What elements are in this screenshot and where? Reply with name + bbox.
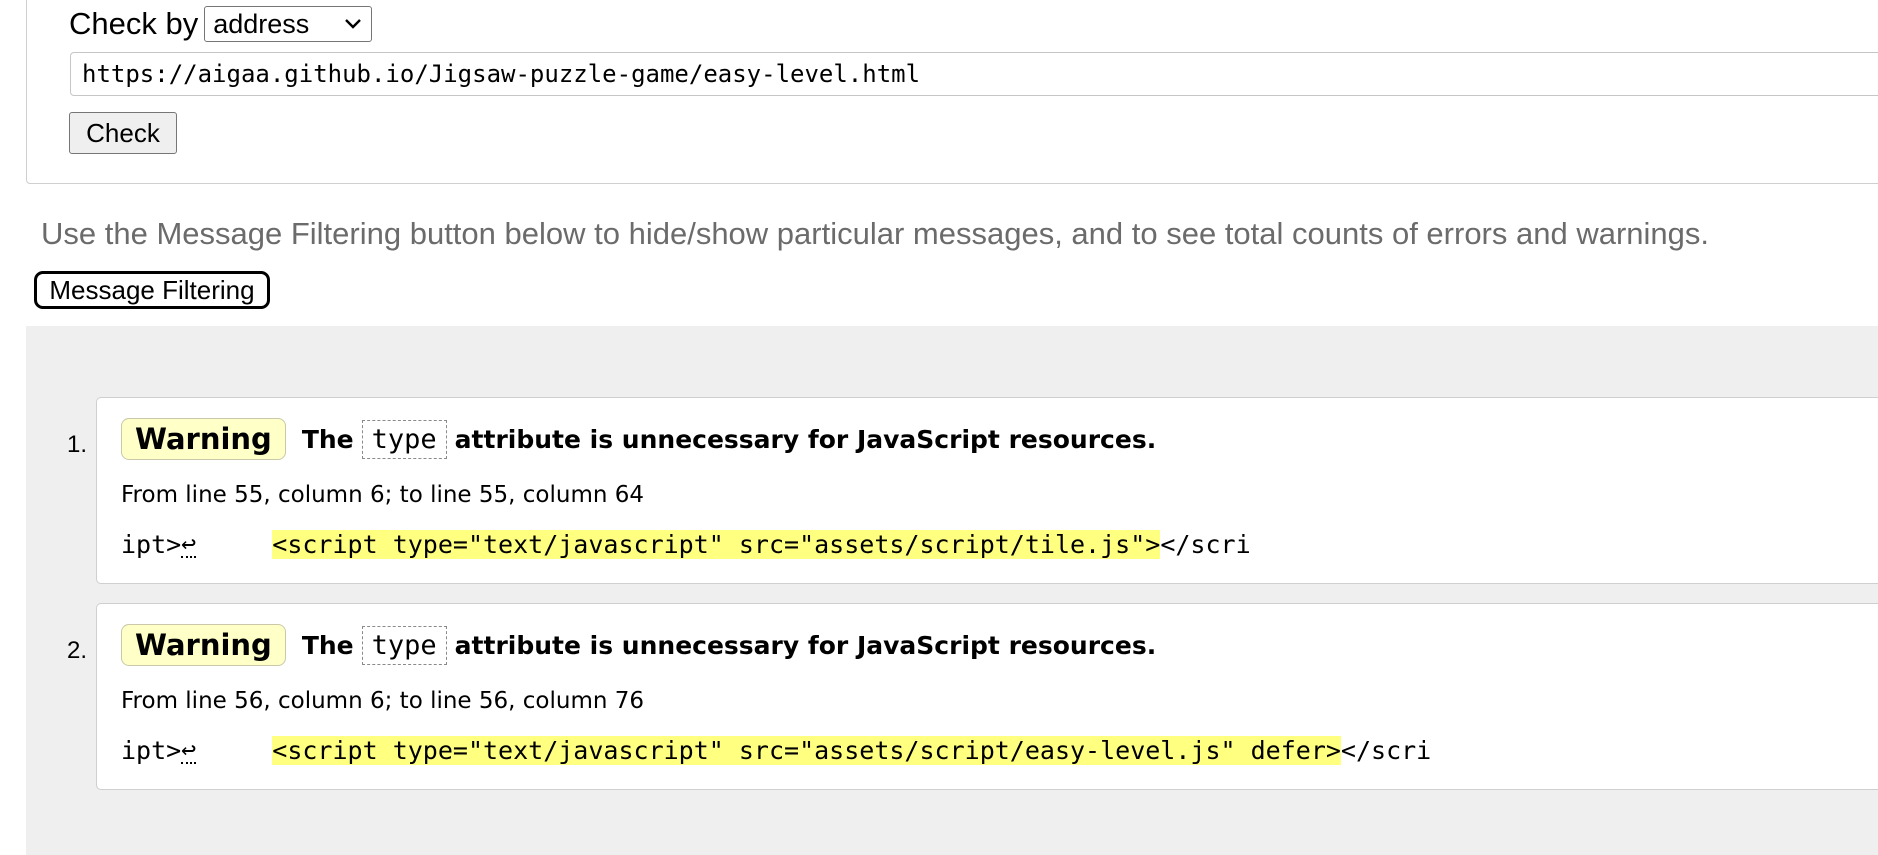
message-text-before: The — [301, 424, 354, 454]
extract-before: ipt> — [121, 736, 182, 765]
message-card: Warning The type attribute is unnecessar… — [96, 397, 1878, 584]
warning-badge: Warning — [121, 624, 286, 666]
message-code-token: type — [361, 625, 447, 665]
warning-badge: Warning — [121, 418, 286, 460]
newline-icon: ↩ — [181, 734, 197, 764]
extract-after: </scri — [1160, 530, 1251, 559]
message-location: From line 55, column 6; to line 55, colu… — [121, 482, 645, 508]
check-by-selected-value: address — [213, 8, 310, 39]
message-number: 2. — [67, 637, 88, 664]
check-by-label: Check by — [69, 6, 199, 41]
message-filter-hint: Use the Message Filtering button below t… — [41, 216, 1710, 251]
message-text-after: attribute is unnecessary for JavaScript … — [454, 630, 1157, 660]
extract-before: ipt> — [121, 530, 182, 559]
message-location: From line 56, column 6; to line 56, colu… — [121, 688, 645, 714]
message-code-token: type — [361, 419, 447, 459]
extract-highlight: <script type="text/javascript" src="asse… — [272, 530, 1161, 559]
message-filtering-button[interactable]: Message Filtering — [34, 271, 270, 309]
newline-icon: ↩ — [181, 528, 197, 558]
extract-after: </scri — [1340, 736, 1432, 765]
message-heading: Warning The type attribute is unnecessar… — [121, 418, 1156, 460]
message-heading: Warning The type attribute is unnecessar… — [121, 624, 1156, 666]
message-number: 1. — [67, 431, 88, 458]
check-button[interactable]: Check — [69, 112, 177, 154]
message-extract: ipt> ↩ <script type="text/javascript" sr… — [121, 736, 1431, 765]
message-text-before: The — [301, 630, 354, 660]
check-by-row: Check by address — [69, 6, 373, 42]
extract-highlight: <script type="text/javascript" src="asse… — [272, 736, 1341, 765]
message-extract: ipt> ↩ <script type="text/javascript" sr… — [121, 530, 1251, 559]
url-input[interactable]: https://aigaa.github.io/Jigsaw-puzzle-ga… — [70, 52, 1878, 96]
chevron-down-icon — [345, 19, 362, 29]
validator-page: Check by address https://aigaa.github.io… — [0, 0, 1878, 855]
check-by-select[interactable]: address — [204, 6, 373, 42]
message-text-after: attribute is unnecessary for JavaScript … — [454, 424, 1157, 454]
message-card: Warning The type attribute is unnecessar… — [96, 603, 1878, 790]
